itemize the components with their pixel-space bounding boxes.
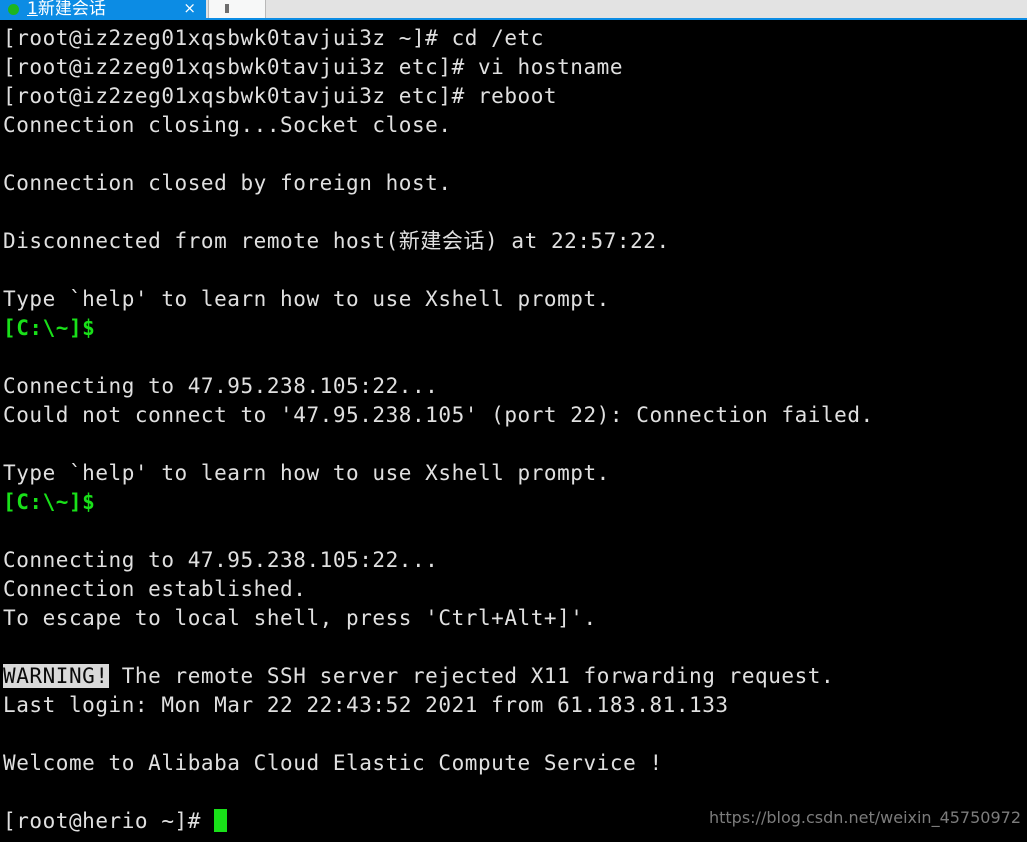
terminal-line: [root@iz2zeg01xqsbwk0tavjui3z etc]# rebo… (3, 82, 1024, 111)
tab-bar: 1新建会话 × (0, 0, 1027, 20)
new-tab-icon (225, 4, 229, 13)
tab-label: 1新建会话 (27, 0, 106, 18)
tab-title-label: 新建会话 (37, 0, 106, 19)
terminal-line: [C:\~]$ (3, 314, 1024, 343)
terminal-line (3, 720, 1024, 749)
terminal-line (3, 256, 1024, 285)
terminal-line (3, 778, 1024, 807)
tab-new-session[interactable] (208, 0, 266, 20)
tab-session-1[interactable]: 1新建会话 × (0, 0, 206, 20)
terminal-line: Type `help' to learn how to use Xshell p… (3, 459, 1024, 488)
terminal-line: Connecting to 47.95.238.105:22... (3, 372, 1024, 401)
terminal-line: Connection established. (3, 575, 1024, 604)
terminal-text: [C:\~]$ (3, 316, 96, 340)
terminal-line (3, 633, 1024, 662)
terminal-text: [root@herio ~]# (3, 809, 215, 833)
terminal-text: [C:\~]$ (3, 490, 96, 514)
terminal-line: Connection closed by foreign host. (3, 169, 1024, 198)
tab-index-label: 1 (27, 0, 38, 19)
terminal-line: Connecting to 47.95.238.105:22... (3, 546, 1024, 575)
terminal-line: WARNING! The remote SSH server rejected … (3, 662, 1024, 691)
terminal-text: Connecting to 47.95.238.105:22... (3, 374, 439, 398)
terminal-line: Connection closing...Socket close. (3, 111, 1024, 140)
terminal-text: [root@iz2zeg01xqsbwk0tavjui3z ~]# cd /et… (3, 26, 544, 50)
terminal-line (3, 198, 1024, 227)
terminal-text: Connection closing...Socket close. (3, 113, 452, 137)
terminal-text: Type `help' to learn how to use Xshell p… (3, 461, 610, 485)
terminal-line: [root@herio ~]# (3, 807, 1024, 836)
terminal-line: Last login: Mon Mar 22 22:43:52 2021 fro… (3, 691, 1024, 720)
terminal-text: Could not connect to '47.95.238.105' (po… (3, 403, 874, 427)
terminal-line: [root@iz2zeg01xqsbwk0tavjui3z ~]# cd /et… (3, 24, 1024, 53)
terminal-text: Connection established. (3, 577, 307, 601)
terminal-text: Connecting to 47.95.238.105:22... (3, 548, 439, 572)
terminal-line (3, 140, 1024, 169)
terminal-line: Could not connect to '47.95.238.105' (po… (3, 401, 1024, 430)
close-icon[interactable]: × (183, 0, 196, 17)
connection-status-dot (8, 3, 19, 15)
terminal-text: Connection closed by foreign host. (3, 171, 452, 195)
terminal-line: [root@iz2zeg01xqsbwk0tavjui3z etc]# vi h… (3, 53, 1024, 82)
terminal-text: [root@iz2zeg01xqsbwk0tavjui3z etc]# rebo… (3, 84, 558, 108)
terminal-screen[interactable]: [root@iz2zeg01xqsbwk0tavjui3z ~]# cd /et… (0, 20, 1027, 842)
terminal-text: The remote SSH server rejected X11 forwa… (108, 664, 835, 688)
terminal-text: To escape to local shell, press 'Ctrl+Al… (3, 606, 597, 630)
terminal-line: Type `help' to learn how to use Xshell p… (3, 285, 1024, 314)
terminal-line (3, 343, 1024, 372)
text-cursor (214, 809, 228, 832)
terminal-output: [root@iz2zeg01xqsbwk0tavjui3z ~]# cd /et… (3, 24, 1024, 836)
terminal-text: Type `help' to learn how to use Xshell p… (3, 287, 610, 311)
terminal-text: Last login: Mon Mar 22 22:43:52 2021 fro… (3, 693, 729, 717)
terminal-line (3, 430, 1024, 459)
terminal-line: Welcome to Alibaba Cloud Elastic Compute… (3, 749, 1024, 778)
terminal-line: Disconnected from remote host(新建会话) at 2… (3, 227, 1024, 256)
warning-badge: WARNING! (3, 664, 109, 688)
terminal-line: To escape to local shell, press 'Ctrl+Al… (3, 604, 1024, 633)
terminal-line (3, 517, 1024, 546)
terminal-text: [root@iz2zeg01xqsbwk0tavjui3z etc]# vi h… (3, 55, 624, 79)
terminal-line: [C:\~]$ (3, 488, 1024, 517)
terminal-text: Disconnected from remote host(新建会话) at 2… (3, 229, 670, 253)
terminal-text: Welcome to Alibaba Cloud Elastic Compute… (3, 751, 663, 775)
